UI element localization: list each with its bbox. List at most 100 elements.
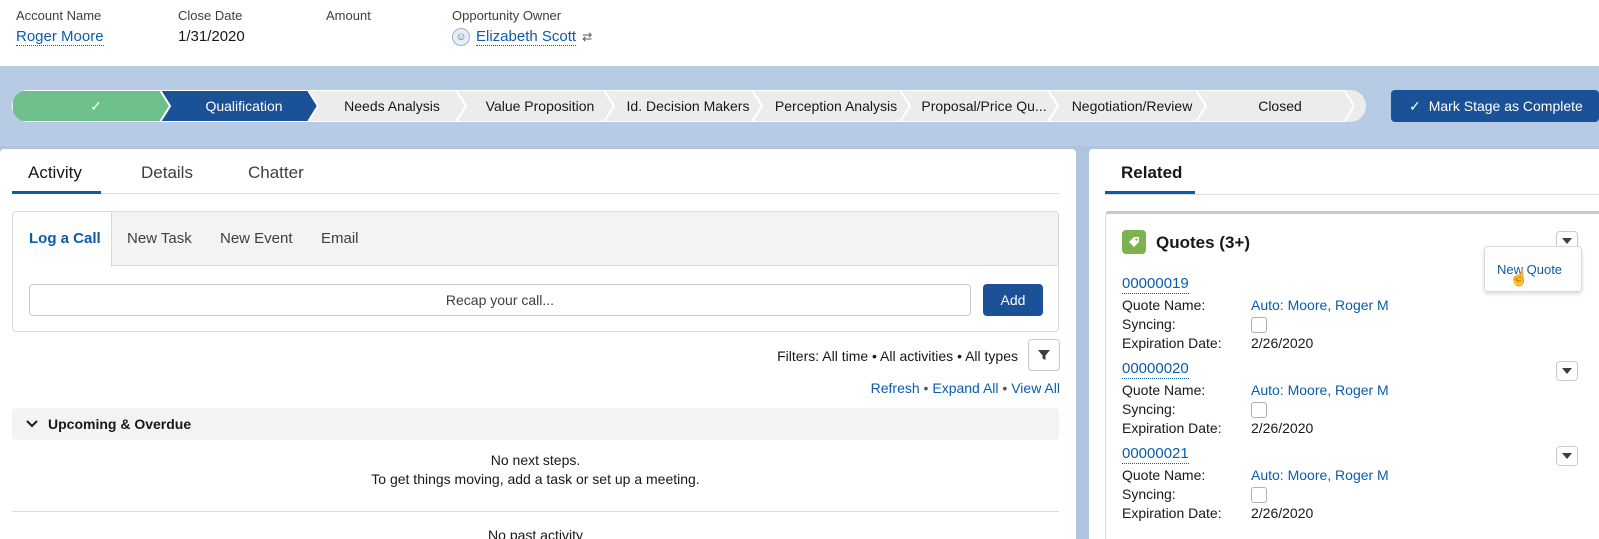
- main-tabs: Activity Details Chatter: [12, 149, 1059, 194]
- quote-name-label: Quote Name:: [1122, 467, 1206, 483]
- quote-name-link[interactable]: Auto: Moore, Roger M: [1251, 296, 1389, 315]
- tab-activity[interactable]: Activity: [28, 163, 82, 183]
- path-stage[interactable]: Id. Decision Makers: [604, 90, 762, 122]
- completed-check-icon: ✓: [90, 97, 102, 114]
- path-stage-label: Needs Analysis: [344, 98, 440, 114]
- filters-text: Filters: All time • All activities • All…: [777, 348, 1018, 364]
- path-stage[interactable]: Needs Analysis: [308, 90, 466, 122]
- syncing-checkbox: [1251, 487, 1267, 503]
- path-stage-label: Qualification: [205, 98, 283, 114]
- path-stage-label: Closed: [1258, 98, 1302, 114]
- quote-number-link[interactable]: 00000021: [1122, 444, 1189, 464]
- view-all-link[interactable]: View All: [1011, 380, 1060, 396]
- quote-record: 00000019 Quote Name: Auto: Moore, Roger M…: [1122, 274, 1389, 353]
- quote-number-link[interactable]: 00000019: [1122, 274, 1189, 294]
- tab-log-a-call[interactable]: Log a Call: [29, 230, 101, 247]
- syncing-label: Syncing:: [1122, 486, 1176, 502]
- expiration-label: Expiration Date:: [1122, 505, 1222, 521]
- activity-card: Activity Details Chatter Log a Call New …: [0, 149, 1076, 539]
- link-separator: •: [919, 380, 933, 396]
- path-stage-label: Negotiation/Review: [1071, 98, 1193, 114]
- quote-name-link[interactable]: Auto: Moore, Roger M: [1251, 466, 1389, 485]
- no-next-steps: No next steps. To get things moving, add…: [12, 451, 1059, 489]
- path-stage[interactable]: Perception Analysis: [752, 90, 910, 122]
- path-stage[interactable]: Closed: [1196, 90, 1354, 122]
- recap-call-input[interactable]: Recap your call...: [29, 284, 971, 316]
- tab-chatter[interactable]: Chatter: [248, 163, 304, 183]
- quote-record: 00000020 Quote Name: Auto: Moore, Roger M…: [1122, 359, 1389, 438]
- path-stage[interactable]: Qualification: [160, 90, 318, 122]
- path-stage-label: Proposal/Price Qu...: [921, 98, 1047, 114]
- owner-link[interactable]: Elizabeth Scott: [476, 28, 577, 46]
- no-past-activity: No past activity: [488, 527, 583, 539]
- path-stage[interactable]: Negotiation/Review: [1048, 90, 1206, 122]
- add-button[interactable]: Add: [983, 284, 1043, 316]
- related-card: Related Quotes (3+) 00000019 Quote Name:…: [1089, 149, 1599, 539]
- expand-all-link[interactable]: Expand All: [932, 380, 998, 396]
- tab-related[interactable]: Related: [1121, 163, 1182, 183]
- quote-name-label: Quote Name:: [1122, 382, 1206, 398]
- no-next-steps-hint: To get things moving, add a task or set …: [371, 471, 700, 487]
- close-date-value: 1/31/2020: [178, 28, 245, 45]
- path-stage[interactable]: ✓: [12, 90, 180, 122]
- new-quote-menu-item[interactable]: New Quote: [1484, 246, 1582, 292]
- no-next-steps-line: No next steps.: [490, 452, 581, 468]
- account-label: Account Name: [16, 8, 102, 23]
- path-stage[interactable]: Proposal/Price Qu...: [900, 90, 1058, 122]
- path-stage[interactable]: Value Proposition: [456, 90, 614, 122]
- activity-composer: Log a Call New Task New Event Email Reca…: [12, 211, 1059, 332]
- hand-cursor-icon: ☝: [1509, 270, 1529, 287]
- amount-field: Amount: [326, 8, 371, 23]
- tab-new-task[interactable]: New Task: [127, 230, 192, 247]
- tab-new-event[interactable]: New Event: [220, 230, 293, 247]
- upcoming-overdue-section[interactable]: Upcoming & Overdue: [12, 408, 1059, 440]
- owner-field: Opportunity Owner ☺ Elizabeth Scott ⇄: [452, 8, 592, 46]
- record-menu-button[interactable]: [1556, 361, 1578, 381]
- timeline-links: Refresh • Expand All • View All: [760, 380, 1060, 396]
- tab-email[interactable]: Email: [321, 230, 359, 247]
- expiration-value: 2/26/2020: [1251, 420, 1314, 436]
- change-owner-icon[interactable]: ⇄: [582, 30, 592, 44]
- close-date-label: Close Date: [178, 8, 243, 23]
- syncing-label: Syncing:: [1122, 401, 1176, 417]
- expiration-value: 2/26/2020: [1251, 505, 1314, 521]
- chevron-down-icon: [1562, 368, 1572, 374]
- close-date-field: Close Date 1/31/2020: [178, 8, 245, 45]
- path-stage-label: Id. Decision Makers: [626, 98, 750, 114]
- section-divider: [12, 511, 1059, 512]
- quote-tag-icon: [1122, 230, 1146, 254]
- syncing-label: Syncing:: [1122, 316, 1176, 332]
- expiration-label: Expiration Date:: [1122, 335, 1222, 351]
- syncing-checkbox: [1251, 317, 1267, 333]
- refresh-link[interactable]: Refresh: [871, 380, 920, 396]
- filter-icon: [1038, 350, 1050, 360]
- sales-path: ✓ Qualification Needs Analysis Value Propos…: [12, 90, 1366, 122]
- composer-tabs: Log a Call New Task New Event Email: [13, 212, 1058, 267]
- quote-number-link[interactable]: 00000020: [1122, 359, 1189, 379]
- record-header: Account Name Roger Moore Close Date 1/31…: [0, 0, 1599, 66]
- account-field: Account Name Roger Moore: [16, 8, 104, 46]
- quote-name-link[interactable]: Auto: Moore, Roger M: [1251, 381, 1389, 400]
- owner-label: Opportunity Owner: [452, 8, 562, 23]
- tab-details[interactable]: Details: [141, 163, 193, 183]
- chevron-down-icon: [26, 420, 38, 428]
- tab-border: [1105, 194, 1599, 195]
- expiration-label: Expiration Date:: [1122, 420, 1222, 436]
- owner-avatar-icon: ☺: [452, 28, 470, 46]
- account-link[interactable]: Roger Moore: [16, 28, 104, 46]
- record-menu-button[interactable]: [1556, 446, 1578, 466]
- path-stage-label: Value Proposition: [485, 98, 595, 114]
- chevron-down-icon: [1562, 453, 1572, 459]
- check-icon: ✓: [1409, 97, 1421, 114]
- syncing-checkbox: [1251, 402, 1267, 418]
- upcoming-title: Upcoming & Overdue: [48, 416, 192, 432]
- expiration-value: 2/26/2020: [1251, 335, 1314, 351]
- chevron-down-icon: [1562, 238, 1572, 244]
- mark-stage-complete-label: Mark Stage as Complete: [1428, 98, 1583, 114]
- filter-button[interactable]: [1028, 339, 1060, 371]
- quote-name-label: Quote Name:: [1122, 297, 1206, 313]
- mark-stage-complete-button[interactable]: ✓ Mark Stage as Complete: [1391, 90, 1599, 122]
- active-tab-indicator: [12, 191, 101, 194]
- amount-label: Amount: [326, 8, 371, 23]
- quotes-title[interactable]: Quotes (3+): [1156, 233, 1250, 253]
